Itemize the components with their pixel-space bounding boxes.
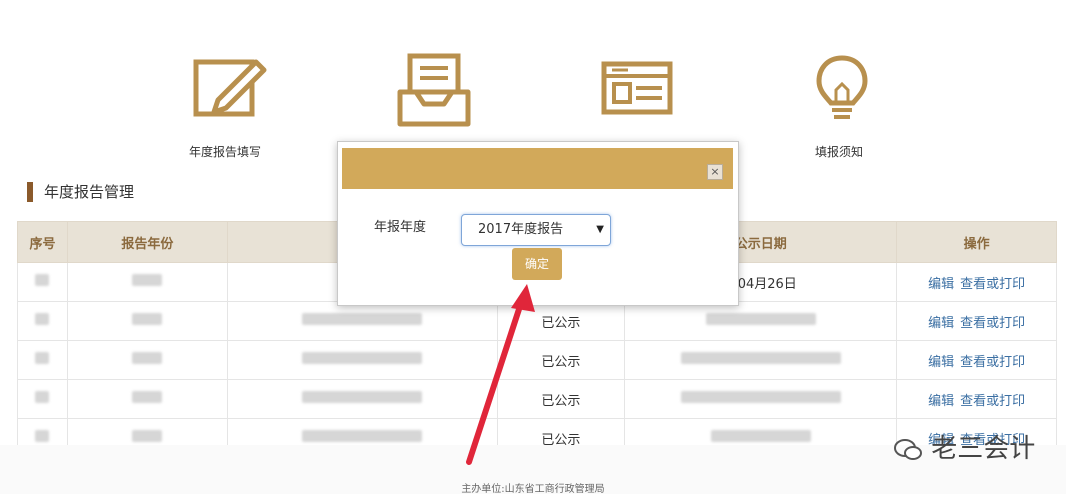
cell-year — [66, 262, 228, 302]
tile-instructions[interactable] — [792, 52, 892, 126]
col-year: 报告年份 — [66, 221, 228, 263]
cell-actions: 编辑 查看或打印 — [896, 301, 1057, 341]
confirm-button[interactable]: 确定 — [512, 248, 562, 280]
cell-actions: 编辑 查看或打印 — [896, 262, 1057, 302]
caret-down-icon: ▼ — [596, 224, 604, 235]
year-select[interactable]: 2017年度报告 ▼ — [461, 214, 611, 246]
view-print-link[interactable]: 查看或打印 — [960, 355, 1025, 370]
year-label: 年报年度 — [374, 220, 427, 235]
footer-text: 主办单位:山东省工商行政管理局 — [461, 484, 605, 495]
watermark: 老三会计 — [893, 428, 1035, 465]
cell-year — [66, 340, 228, 380]
view-print-link[interactable]: 查看或打印 — [960, 394, 1025, 409]
cell-actions: 编辑 查看或打印 — [896, 340, 1057, 380]
cell-seq — [17, 379, 68, 419]
cell-pub-date — [624, 379, 898, 419]
edit-link[interactable]: 编辑 — [928, 277, 954, 292]
cell-actions: 编辑 查看或打印 — [896, 379, 1057, 419]
wechat-icon — [894, 438, 922, 460]
tile-annual-report-fill[interactable] — [178, 52, 278, 122]
watermark-text: 老三会计 — [931, 434, 1036, 464]
section-accent-bar — [27, 182, 33, 202]
cell-pub-date — [624, 301, 898, 341]
cell-pub-date — [624, 340, 898, 380]
lightbulb-icon — [816, 55, 868, 119]
tile-label-fill: 年度报告填写 — [189, 145, 262, 159]
section-title: 年度报告管理 — [44, 183, 135, 201]
tile-label-instructions: 填报须知 — [815, 145, 864, 159]
cell-seq — [17, 301, 68, 341]
cell-year — [66, 379, 228, 419]
edit-link[interactable]: 编辑 — [928, 394, 954, 409]
view-print-link[interactable]: 查看或打印 — [960, 316, 1025, 331]
cell-seq — [17, 262, 68, 302]
cell-seq — [17, 340, 68, 380]
close-icon[interactable]: × — [707, 164, 723, 180]
tile-inbox[interactable] — [384, 52, 484, 128]
view-print-link[interactable]: 查看或打印 — [960, 277, 1025, 292]
tile-browser[interactable] — [588, 52, 688, 116]
cell-year — [66, 301, 228, 341]
col-actions: 操作 — [896, 221, 1057, 263]
col-seq: 序号 — [17, 221, 68, 263]
annotation-arrow-icon — [466, 284, 535, 465]
edit-link[interactable]: 编辑 — [928, 355, 954, 370]
edit-link[interactable]: 编辑 — [928, 316, 954, 331]
edit-form-icon — [193, 59, 267, 117]
inbox-tray-icon — [397, 53, 471, 127]
browser-window-icon — [601, 61, 673, 115]
year-select-value: 2017年度报告 — [478, 222, 564, 237]
dialog-header: × — [342, 148, 733, 189]
